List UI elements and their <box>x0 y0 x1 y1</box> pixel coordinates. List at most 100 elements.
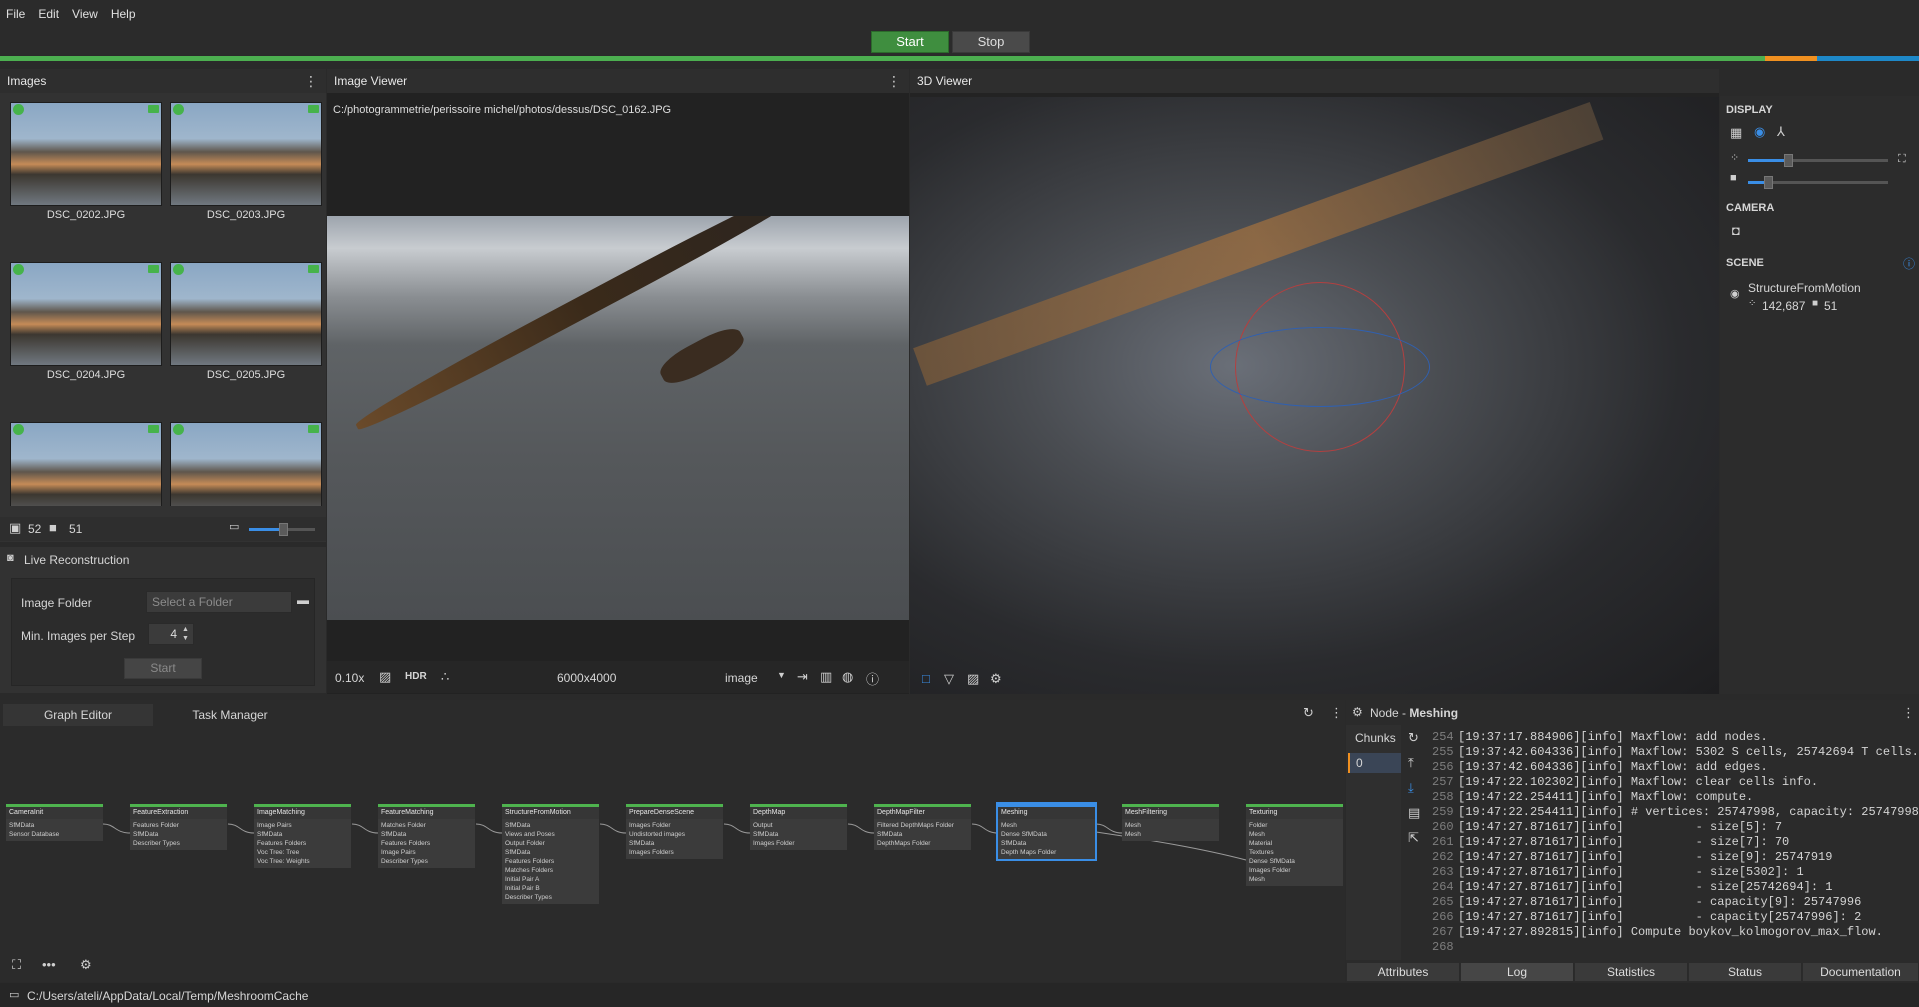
slider-handle[interactable] <box>1784 154 1793 167</box>
graph-node-port[interactable]: Mesh <box>1249 875 1340 884</box>
graph-node-port[interactable]: Matches Folders <box>505 866 596 875</box>
graph-node-port[interactable]: Undistorted images <box>629 830 720 839</box>
log-refresh-icon[interactable]: ↻ <box>1408 730 1419 746</box>
thumbnail[interactable]: DSC_0203.JPG <box>167 99 325 229</box>
menu-help[interactable]: Help <box>111 7 136 21</box>
tab-statistics[interactable]: Statistics <box>1575 963 1688 981</box>
graph-node-port[interactable]: Features Folders <box>381 839 472 848</box>
tab-log[interactable]: Log <box>1461 963 1574 981</box>
node-menu-icon[interactable]: ⋮ <box>1902 705 1915 721</box>
graph-node-port[interactable]: Initial Pair B <box>505 884 596 893</box>
graph-node-port[interactable]: Output <box>753 821 844 830</box>
fullscreen-icon[interactable]: ⛶ <box>1898 153 1906 166</box>
tab-documentation[interactable]: Documentation <box>1803 963 1919 981</box>
graph-node-port[interactable]: Matches Folder <box>381 821 472 830</box>
scroll-top-icon[interactable]: ⤒ <box>1408 755 1414 771</box>
graph-node[interactable]: DepthMapFilter Filtered DepthMaps Folder S… <box>874 804 971 850</box>
point-cloud-view[interactable] <box>910 97 1719 694</box>
graph-node-port[interactable]: Describer Types <box>505 893 596 902</box>
graph-node-port[interactable]: Image Pairs <box>381 848 472 857</box>
graph-node[interactable]: ImageMatching Image Pairs SfMData Features … <box>254 804 351 868</box>
graph-node-port[interactable]: Initial Pair A <box>505 875 596 884</box>
graph-node-port[interactable]: Mesh <box>1249 830 1340 839</box>
graph-node-port[interactable]: Sensor Database <box>9 830 100 839</box>
mesh-icon[interactable]: ▽ <box>944 671 954 687</box>
image-viewer-menu-icon[interactable]: ⋮ <box>887 73 901 90</box>
thumbnail[interactable] <box>7 419 165 506</box>
graph-node-port[interactable]: Describer Types <box>381 857 472 866</box>
slider-handle[interactable] <box>1764 176 1773 189</box>
graph-node-port[interactable]: SfMData <box>9 821 100 830</box>
graph-node-port[interactable]: SfMData <box>877 830 968 839</box>
settings-icon[interactable]: ⚙ <box>990 671 1002 687</box>
graph-node-port[interactable]: Folder <box>1249 821 1340 830</box>
stop-button[interactable]: Stop <box>952 31 1030 53</box>
graph-node-port[interactable]: Images Folder <box>1249 866 1340 875</box>
graph-node-port[interactable]: Dense SfMData <box>1001 830 1092 839</box>
start-button[interactable]: Start <box>871 31 949 53</box>
graph-node-port[interactable]: Image Pairs <box>257 821 348 830</box>
thumbnail-size-slider[interactable] <box>249 523 315 536</box>
graph-node-port[interactable]: Features Folders <box>257 839 348 848</box>
graph-node-port[interactable]: SfMData <box>753 830 844 839</box>
grid-icon[interactable]: ▦ <box>1730 125 1742 141</box>
folder-icon[interactable]: ▬ <box>297 593 309 607</box>
menu-view[interactable]: View <box>72 7 98 21</box>
graph-node-port[interactable]: Filtered DepthMaps Folder <box>877 821 968 830</box>
graph-node-port[interactable]: Images Folders <box>629 848 720 857</box>
graph-node-port[interactable]: DepthMaps Folder <box>877 839 968 848</box>
image-folder-input[interactable]: Select a Folder <box>146 591 292 613</box>
graph-node-port[interactable]: Output Folder <box>505 839 596 848</box>
copy-icon[interactable]: ▤ <box>1408 805 1420 821</box>
graph-node-port[interactable]: Mesh <box>1001 821 1092 830</box>
graph-node-port[interactable]: Describer Types <box>133 839 224 848</box>
graph-node-port[interactable]: SfMData <box>505 848 596 857</box>
point-size-slider[interactable] <box>1748 154 1888 167</box>
graph-node-port[interactable]: Material <box>1249 839 1340 848</box>
stepper-arrows-icon[interactable]: ▲ ▼ <box>182 625 189 643</box>
info-icon[interactable]: ⓘ <box>866 669 879 688</box>
thumbnail[interactable]: DSC_0205.JPG <box>167 259 325 389</box>
axis-icon[interactable]: ⅄ <box>1777 124 1785 140</box>
graph-node-port[interactable]: Mesh <box>1125 821 1216 830</box>
graph-node-port[interactable]: SfMData <box>133 830 224 839</box>
graph-node-port[interactable]: Images Folder <box>753 839 844 848</box>
graph-node[interactable]: Texturing Folder Mesh Material Textures Dense… <box>1246 804 1343 886</box>
graph-node-port[interactable]: Features Folder <box>133 821 224 830</box>
graph-node-port[interactable]: Mesh <box>1125 830 1216 839</box>
graph-node-port[interactable]: Images Folder <box>629 821 720 830</box>
graph-node-port[interactable]: SfMData <box>1001 839 1092 848</box>
graph-node[interactable]: PrepareDenseScene Images Folder Undistorte… <box>626 804 723 859</box>
graph-node[interactable]: Meshing Mesh Dense SfMData SfMData Depth Map… <box>996 802 1097 861</box>
graph-node-port[interactable]: SfMData <box>381 830 472 839</box>
open-external-icon[interactable]: ⇱ <box>1408 830 1419 846</box>
selection-icon[interactable]: □ <box>922 671 930 686</box>
menu-file[interactable]: File <box>6 7 25 21</box>
graph-node[interactable]: MeshFiltering Mesh Mesh <box>1122 804 1219 841</box>
slider-handle[interactable] <box>279 523 288 536</box>
graph-node-port[interactable]: Textures <box>1249 848 1340 857</box>
graph-node[interactable]: FeatureMatching Matches Folder SfMData Feat… <box>378 804 475 868</box>
histogram-icon[interactable]: ▥ <box>820 669 832 685</box>
chunk-item[interactable]: 0 <box>1348 753 1401 773</box>
thumbnail[interactable]: DSC_0202.JPG <box>7 99 165 229</box>
graph-node[interactable]: FeatureExtraction Features Folder SfMData D… <box>130 804 227 850</box>
fit-view-icon[interactable]: ⛶ <box>12 957 21 973</box>
scroll-bottom-icon[interactable]: ⤓ <box>1408 780 1414 796</box>
texture-icon[interactable]: ▨ <box>967 671 979 687</box>
graph-node[interactable]: DepthMap Output SfMData Images Folder <box>750 804 847 850</box>
dropdown-icon[interactable]: ▼ <box>777 670 786 680</box>
hdr-toggle[interactable]: HDR <box>405 671 427 682</box>
graph-node-port[interactable]: Voc Tree: Tree <box>257 848 348 857</box>
graph-node-port[interactable]: SfMData <box>505 821 596 830</box>
globe-icon[interactable]: ◍ <box>842 669 853 685</box>
metadata-icon[interactable]: ⇥ <box>797 669 808 685</box>
graph-settings-icon[interactable]: ⚙ <box>80 957 92 973</box>
tab-attributes[interactable]: Attributes <box>1347 963 1460 981</box>
graph-node[interactable]: StructureFromMotion SfMData Views and Pose… <box>502 804 599 904</box>
graph-node-port[interactable]: Depth Maps Folder <box>1001 848 1092 857</box>
live-start-button[interactable]: Start <box>124 658 202 679</box>
checker-icon[interactable]: ▨ <box>379 669 391 685</box>
thumbnail[interactable]: DSC_0204.JPG <box>7 259 165 389</box>
tab-status[interactable]: Status <box>1689 963 1802 981</box>
